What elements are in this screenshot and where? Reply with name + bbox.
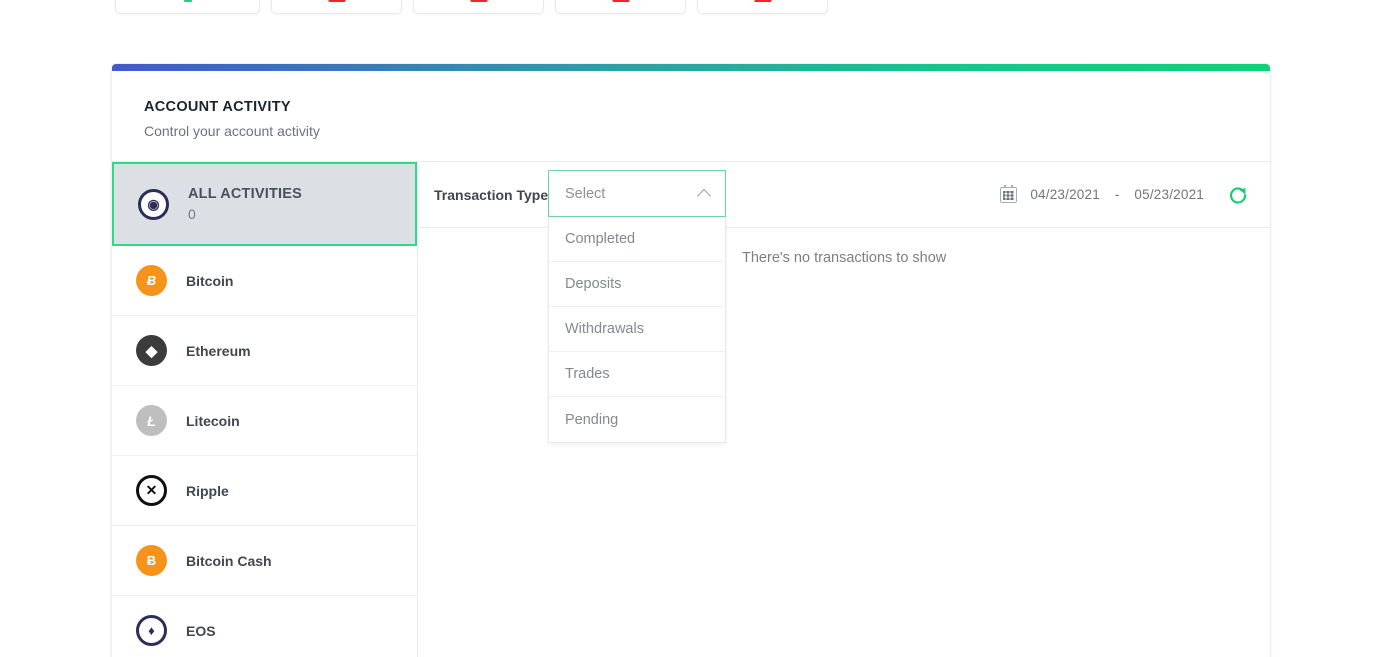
- all-activities-icon: ◉: [138, 188, 169, 220]
- trend-up-indicator: [183, 0, 192, 2]
- sidebar-item-bitcoin-cash[interactable]: Ƀ Bitcoin Cash: [112, 526, 417, 596]
- date-range-end: 05/23/2021: [1134, 187, 1204, 202]
- sidebar-item-text: Bitcoin Cash: [186, 553, 272, 569]
- stat-card[interactable]: [413, 0, 544, 14]
- select-options-menu: Completed Deposits Withdrawals Trades Pe…: [548, 217, 726, 443]
- select-option-trades[interactable]: Trades: [549, 352, 725, 397]
- ripple-icon: ✕: [136, 475, 167, 506]
- sidebar-item-label: ALL ACTIVITIES: [188, 186, 302, 202]
- date-range-control[interactable]: 04/23/2021 - 05/23/2021: [1000, 184, 1248, 205]
- sidebar-item-text: Litecoin: [186, 413, 240, 429]
- sidebar-item-eos[interactable]: ♦ EOS: [112, 596, 417, 657]
- activity-content-pane: Transaction Type 04/23/2021 - 05/23/2021: [418, 162, 1270, 657]
- date-range-start: 04/23/2021: [1030, 187, 1100, 202]
- sidebar-item-all-activities[interactable]: ◉ ALL ACTIVITIES 0: [112, 162, 417, 246]
- page-subtitle: Control your account activity: [144, 123, 320, 139]
- activity-sidebar: ◉ ALL ACTIVITIES 0 Ƀ Bitcoin ◆ Ethereum: [112, 162, 418, 657]
- trend-down-indicator: [754, 0, 771, 2]
- transaction-type-select[interactable]: Select Completed Deposits Withdrawals Tr…: [548, 170, 726, 443]
- select-option-deposits[interactable]: Deposits: [549, 262, 725, 307]
- stat-card[interactable]: [555, 0, 686, 14]
- card-body: ◉ ALL ACTIVITIES 0 Ƀ Bitcoin ◆ Ethereum: [112, 162, 1270, 657]
- select-option-completed[interactable]: Completed: [549, 217, 725, 262]
- select-value: Select: [565, 185, 606, 202]
- chevron-up-icon: [698, 187, 711, 200]
- stats-card-row: [115, 0, 828, 14]
- stat-card[interactable]: [271, 0, 402, 14]
- sidebar-item-text: Ripple: [186, 483, 229, 499]
- bitcoin-icon: Ƀ: [136, 265, 167, 296]
- sidebar-item-ripple[interactable]: ✕ Ripple: [112, 456, 417, 526]
- sidebar-item-text: Ethereum: [186, 343, 251, 359]
- accent-gradient-bar: [112, 64, 1270, 71]
- sidebar-item-litecoin[interactable]: Ł Litecoin: [112, 386, 417, 456]
- account-activity-card: ACCOUNT ACTIVITY Control your account ac…: [112, 64, 1270, 657]
- empty-state-message: There's no transactions to show: [742, 250, 947, 266]
- sidebar-item-label: EOS: [186, 622, 216, 639]
- transaction-type-label: Transaction Type: [434, 186, 549, 203]
- sidebar-item-ethereum[interactable]: ◆ Ethereum: [112, 316, 417, 386]
- sidebar-item-text: ALL ACTIVITIES 0: [188, 186, 302, 222]
- page-title: ACCOUNT ACTIVITY: [144, 99, 291, 115]
- calendar-icon: [1000, 184, 1018, 203]
- sidebar-item-label: Bitcoin Cash: [186, 552, 272, 569]
- trend-down-indicator: [470, 0, 487, 2]
- sidebar-item-bitcoin[interactable]: Ƀ Bitcoin: [112, 246, 417, 316]
- select-option-withdrawals[interactable]: Withdrawals: [549, 307, 725, 352]
- sidebar-item-label: Ripple: [186, 482, 229, 499]
- eos-icon: ♦: [136, 615, 167, 646]
- date-range-separator: -: [1114, 187, 1120, 202]
- select-trigger[interactable]: Select: [548, 170, 726, 217]
- calendar-grid: [1003, 191, 1015, 200]
- select-option-pending[interactable]: Pending: [549, 397, 725, 442]
- sidebar-item-text: EOS: [186, 623, 216, 639]
- sidebar-item-label: Litecoin: [186, 412, 240, 429]
- filter-bar: Transaction Type 04/23/2021 - 05/23/2021: [418, 162, 1270, 228]
- page-root: ACCOUNT ACTIVITY Control your account ac…: [0, 0, 1381, 657]
- sidebar-item-label: Ethereum: [186, 342, 251, 359]
- sidebar-item-count: 0: [188, 206, 196, 222]
- sidebar-item-label: Bitcoin: [186, 272, 234, 289]
- refresh-icon[interactable]: [1228, 185, 1248, 205]
- ethereum-icon: ◆: [136, 335, 167, 366]
- litecoin-icon: Ł: [136, 405, 167, 436]
- sidebar-item-text: Bitcoin: [186, 273, 233, 289]
- trend-down-indicator: [328, 0, 345, 2]
- bitcoin-cash-icon: Ƀ: [136, 545, 167, 576]
- stat-card[interactable]: [115, 0, 260, 14]
- stat-card[interactable]: [697, 0, 828, 14]
- card-header: ACCOUNT ACTIVITY Control your account ac…: [112, 71, 1270, 161]
- trend-down-indicator: [612, 0, 629, 2]
